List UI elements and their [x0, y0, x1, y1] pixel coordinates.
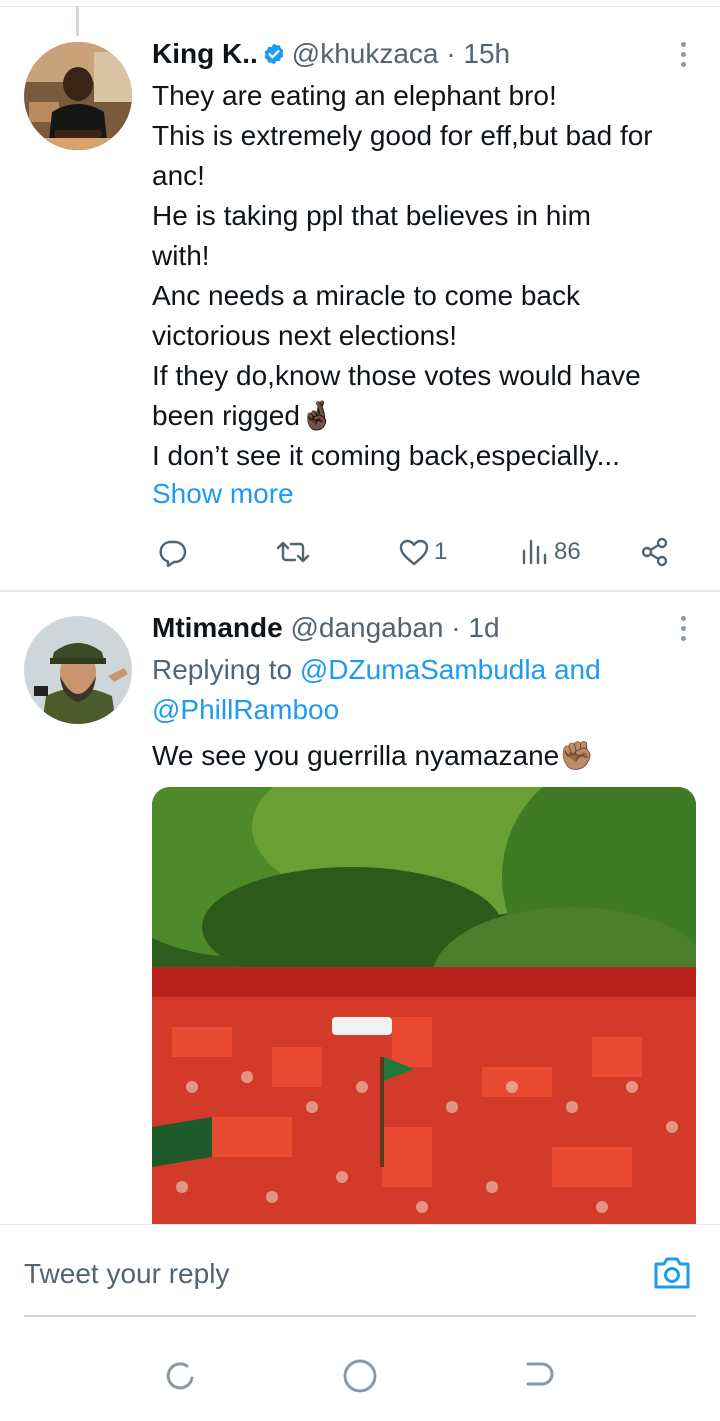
verified-badge-icon	[262, 39, 286, 65]
replying-to-second-line: @PhillRamboo	[152, 690, 339, 730]
more-options-icon[interactable]	[678, 42, 688, 68]
back-icon[interactable]	[520, 1356, 560, 1396]
views-icon	[522, 539, 547, 565]
reply-button[interactable]	[157, 532, 187, 572]
tweet-mtimande[interactable]: Mtimande @dangaban · 1d Replying to @DZu…	[0, 592, 720, 1228]
replying-to: Replying to @DZumaSambudla and	[152, 650, 601, 690]
retweet-icon	[276, 541, 310, 563]
reply-icon	[159, 540, 187, 567]
reply-input[interactable]: Tweet your reply	[24, 1258, 229, 1290]
handle[interactable]: @dangaban	[290, 612, 443, 643]
avatar[interactable]	[24, 42, 132, 150]
replying-to-label: Replying to	[152, 654, 293, 685]
tweet-actions: 1 86	[0, 532, 720, 572]
home-icon[interactable]	[340, 1356, 380, 1396]
tweet-text: We see you guerrilla nyamazane✊🏽	[152, 736, 708, 776]
like-button[interactable]: 1	[398, 532, 447, 572]
tweet-media-image[interactable]	[152, 787, 696, 1228]
camera-icon[interactable]	[652, 1255, 692, 1291]
tweet-line: I don’t see it coming back,especially...	[152, 440, 620, 471]
thread-connector-line	[76, 6, 79, 36]
recent-apps-icon[interactable]	[160, 1356, 200, 1396]
tweet-line: been rigged🤞🏿	[152, 400, 335, 431]
system-navigation-bar	[0, 1318, 720, 1421]
tweet-text: They are eating an elephant bro! This is…	[152, 76, 708, 476]
timestamp[interactable]: 1d	[468, 612, 499, 643]
tweet-line: victorious next elections!	[152, 320, 458, 351]
retweet-button[interactable]	[276, 532, 310, 572]
show-more-link[interactable]: Show more	[152, 474, 294, 514]
like-count: 1	[434, 538, 448, 565]
composer-underline	[24, 1315, 696, 1317]
tweet-line: Anc needs a miracle to come back	[152, 280, 580, 311]
share-icon	[641, 537, 668, 567]
separator-dot: ·	[451, 612, 461, 643]
display-name[interactable]: King K..	[152, 38, 258, 69]
avatar[interactable]	[24, 616, 132, 724]
views-count: 86	[554, 538, 581, 565]
tweet-line: with!	[152, 240, 210, 271]
tweet-line: They are eating an elephant bro!	[152, 80, 557, 111]
more-options-icon[interactable]	[678, 616, 688, 642]
avatar-image	[24, 42, 132, 150]
tweet-line: If they do,know those votes would have	[152, 360, 641, 391]
handle[interactable]: @khukzaca	[292, 38, 439, 69]
tweet-king-k[interactable]: King K.. @khukzaca · 15h They are eating …	[0, 36, 720, 590]
reply-composer: Tweet your reply	[0, 1224, 720, 1318]
share-button[interactable]	[640, 532, 670, 572]
tweet-line: We see you guerrilla nyamazane✊🏽	[152, 740, 595, 771]
mention-link[interactable]: @PhillRamboo	[152, 694, 339, 725]
tweet-header: Mtimande @dangaban · 1d	[152, 610, 500, 646]
timestamp[interactable]: 15h	[463, 38, 510, 69]
tweet-line: anc!	[152, 160, 205, 191]
top-divider	[0, 6, 720, 7]
crowd-photo	[152, 787, 696, 1228]
like-icon	[399, 539, 429, 566]
display-name[interactable]: Mtimande	[152, 612, 283, 643]
avatar-image	[24, 616, 132, 724]
separator-dot: ·	[446, 38, 456, 69]
replying-to-and[interactable]: and	[554, 654, 601, 685]
mention-link[interactable]: @DZumaSambudla	[300, 654, 546, 685]
tweet-line: He is taking ppl that believes in him	[152, 200, 591, 231]
tweet-line: This is extremely good for eff,but bad f…	[152, 120, 653, 151]
tweet-header: King K.. @khukzaca · 15h	[152, 36, 510, 72]
views-button[interactable]: 86	[520, 532, 581, 572]
